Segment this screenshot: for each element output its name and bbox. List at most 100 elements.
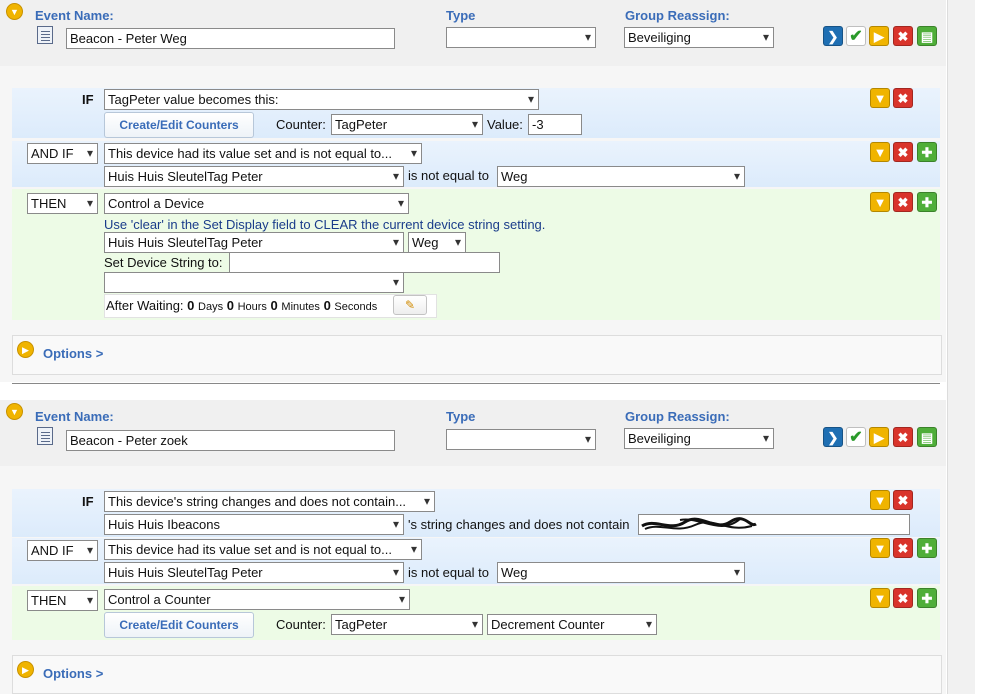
event1-then-operator-select[interactable]: THEN ▾ (27, 193, 98, 214)
event1-value-input[interactable]: -3 (528, 114, 582, 135)
event2-if-delete-button[interactable]: ✖ (893, 490, 913, 510)
event1-not-equal-label: is not equal to (408, 168, 489, 183)
event-divider (12, 383, 940, 384)
event2-if-device-select[interactable]: Huis Huis Ibeacons ▾ (104, 514, 404, 535)
chevron-down-icon: ▾ (645, 617, 652, 631)
event2-then-action: Control a Counter (108, 592, 211, 607)
chevron-down-icon: ▾ (762, 30, 769, 44)
hours-label: Hours (237, 301, 267, 313)
event1-if-movedown-button[interactable]: ▼ (870, 88, 890, 108)
scrollbar[interactable] (947, 0, 975, 694)
chevron-down-icon: ▾ (410, 146, 417, 160)
event1-save-button[interactable]: ✔ (846, 26, 866, 46)
event2-andif-movedown-button[interactable]: ▼ (870, 538, 890, 558)
event2-andif-operator-select[interactable]: AND IF ▾ (27, 540, 98, 561)
event2-then-action-select[interactable]: Control a Counter ▾ (104, 589, 410, 610)
wait-minutes-value: 0 (270, 298, 278, 313)
event1-collapse-icon[interactable]: ▼ (6, 3, 23, 20)
event1-then-action-select[interactable]: Control a Device ▾ (104, 193, 409, 214)
event1-andif-condition: This device had its value set and is not… (108, 146, 393, 161)
event1-options-link[interactable]: Options > (43, 346, 103, 361)
chevron-down-icon: ▾ (423, 494, 430, 508)
event2-counter-action-select[interactable]: Decrement Counter ▾ (487, 614, 657, 635)
wait-hours-value: 0 (226, 298, 234, 313)
event2-copy-button[interactable]: ▤ (917, 427, 937, 447)
event1-action-value: Weg (412, 235, 439, 250)
event2-name-label: Event Name: (35, 409, 114, 424)
event1-andif-movedown-button[interactable]: ▼ (870, 142, 890, 162)
event2-name-input[interactable]: Beacon - Peter zoek (66, 430, 395, 451)
event1-andif-device: Huis Huis SleutelTag Peter (108, 169, 263, 184)
event1-counter-select[interactable]: TagPeter ▾ (331, 114, 483, 135)
event1-then-delete-button[interactable]: ✖ (893, 192, 913, 212)
event1-name-input[interactable]: Beacon - Peter Weg (66, 28, 395, 49)
event2-if-select[interactable]: This device's string changes and does no… (104, 491, 435, 512)
event2-options-expand-icon[interactable]: ▶ (17, 661, 34, 678)
event1-if-select[interactable]: TagPeter value becomes this: ▾ (104, 89, 539, 110)
event2-create-edit-counters-button[interactable]: Create/Edit Counters (104, 612, 254, 638)
event2-then-operator-select[interactable]: THEN ▾ (27, 590, 98, 611)
event1-copy-button[interactable]: ▤ (917, 26, 937, 46)
event2-type-select[interactable]: ▾ (446, 429, 596, 450)
event2-counter-select[interactable]: TagPeter ▾ (331, 614, 483, 635)
event1-then-action: Control a Device (108, 196, 205, 211)
chevron-down-icon: ▾ (397, 196, 404, 210)
chevron-down-icon: ▾ (392, 235, 399, 249)
event1-action-device-select[interactable]: Huis Huis SleutelTag Peter ▾ (104, 232, 404, 253)
event2-if-device: Huis Huis Ibeacons (108, 517, 220, 532)
event2-save-button[interactable]: ✔ (846, 427, 866, 447)
event2-counter-value: TagPeter (335, 617, 388, 632)
event1-create-edit-counters-button[interactable]: Create/Edit Counters (104, 112, 254, 138)
event1-andif-delete-button[interactable]: ✖ (893, 142, 913, 162)
chevron-down-icon: ▾ (86, 543, 93, 557)
event1-andif-value-select[interactable]: Weg ▾ (497, 166, 745, 187)
event1-device-string-input[interactable] (229, 252, 500, 273)
event1-extra-select[interactable]: ▾ (104, 272, 404, 293)
event2-andif-add-button[interactable]: ✚ (917, 538, 937, 558)
event1-type-select[interactable]: ▾ (446, 27, 596, 48)
event1-if-label: IF (82, 92, 94, 107)
chevron-down-icon: ▾ (762, 431, 769, 445)
event2-play-button[interactable]: ▶ (869, 427, 889, 447)
event1-andif-operator-select[interactable]: AND IF ▾ (27, 143, 98, 164)
event1-play-button[interactable]: ▶ (869, 26, 889, 46)
event2-andif-condition-select[interactable]: This device had its value set and is not… (104, 539, 422, 560)
event1-counter-label: Counter: (276, 117, 326, 132)
event2-type-label: Type (446, 409, 476, 424)
event1-after-waiting: After Waiting: 0 Days 0 Hours 0 Minutes … (106, 298, 377, 313)
after-waiting-label: After Waiting: (106, 298, 184, 313)
event1-group-select[interactable]: Beveiliging ▾ (624, 27, 774, 48)
event1-then-movedown-button[interactable]: ▼ (870, 192, 890, 212)
event2-options-link[interactable]: Options > (43, 666, 103, 681)
event2-andif-delete-button[interactable]: ✖ (893, 538, 913, 558)
event1-then-add-button[interactable]: ✚ (917, 192, 937, 212)
event2-then-add-button[interactable]: ✚ (917, 588, 937, 608)
event2-run-button[interactable]: ❯ (823, 427, 843, 447)
event1-set-device-string-label: Set Device String to: (104, 255, 223, 270)
event2-then-movedown-button[interactable]: ▼ (870, 588, 890, 608)
event1-andif-operator: AND IF (31, 146, 74, 161)
event2-andif-value-select[interactable]: Weg ▾ (497, 562, 745, 583)
event1-then-operator: THEN (31, 196, 67, 211)
event1-andif-add-button[interactable]: ✚ (917, 142, 937, 162)
event2-andif-device-select[interactable]: Huis Huis SleutelTag Peter ▾ (104, 562, 404, 583)
event2-group-value: Beveiliging (628, 431, 691, 446)
event1-edit-wait-button[interactable]: ✎ (393, 295, 427, 315)
event1-document-icon[interactable] (37, 26, 53, 44)
event2-delete-button[interactable]: ✖ (893, 427, 913, 447)
event1-options-box (12, 335, 942, 375)
event2-group-select[interactable]: Beveiliging ▾ (624, 428, 774, 449)
event1-run-button[interactable]: ❯ (823, 26, 843, 46)
event2-document-icon[interactable] (37, 427, 53, 445)
event2-collapse-icon[interactable]: ▼ (6, 403, 23, 420)
event1-options-expand-icon[interactable]: ▶ (17, 341, 34, 358)
event2-then-delete-button[interactable]: ✖ (893, 588, 913, 608)
event2-andif-value: Weg (501, 565, 528, 580)
event1-if-delete-button[interactable]: ✖ (893, 88, 913, 108)
event2-if-movedown-button[interactable]: ▼ (870, 490, 890, 510)
event1-delete-button[interactable]: ✖ (893, 26, 913, 46)
event1-andif-device-select[interactable]: Huis Huis SleutelTag Peter ▾ (104, 166, 404, 187)
event1-andif-condition-select[interactable]: This device had its value set and is not… (104, 143, 422, 164)
chevron-down-icon: ▾ (86, 593, 93, 607)
event1-action-value-select[interactable]: Weg ▾ (408, 232, 466, 253)
